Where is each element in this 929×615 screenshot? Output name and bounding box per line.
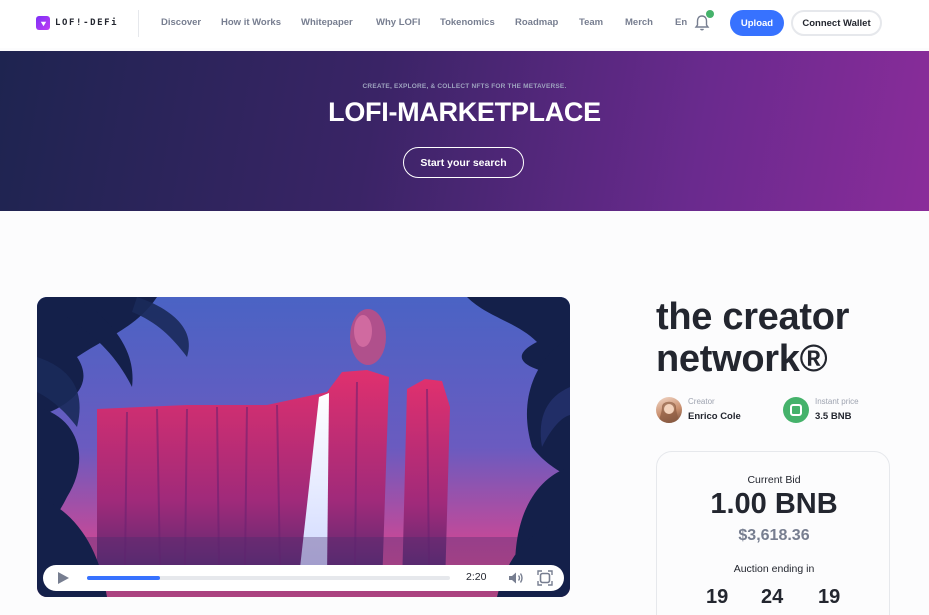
nav-discover[interactable]: Discover — [161, 17, 201, 28]
upload-button[interactable]: Upload — [730, 10, 784, 36]
countdown-seconds: 19 — [818, 586, 841, 608]
fullscreen-icon[interactable] — [537, 570, 553, 586]
nft-video-player[interactable]: 2:20 — [37, 297, 570, 597]
video-progress-fill — [87, 576, 160, 580]
logo-icon — [36, 16, 50, 30]
instant-price-value: 3.5 BNB — [815, 411, 852, 422]
current-bid-card: Current Bid 1.00 BNB $3,618.36 Auction e… — [656, 451, 890, 615]
hero-banner: CREATE, EXPLORE, & COLLECT NFTS FOR THE … — [0, 51, 929, 211]
nav-why-lofi[interactable]: Why LOFI — [376, 17, 420, 28]
logo[interactable]: LOF!-DEFi — [36, 16, 118, 30]
hero-subtitle: CREATE, EXPLORE, & COLLECT NFTS FOR THE … — [362, 83, 567, 90]
auction-ending-label: Auction ending in — [733, 563, 815, 575]
video-progress-bar[interactable] — [87, 576, 450, 580]
play-icon[interactable] — [58, 572, 69, 584]
item-title: the creator network® — [656, 296, 850, 380]
nav-whitepaper[interactable]: Whitepaper — [301, 17, 353, 28]
notification-dot — [706, 10, 714, 18]
instant-price-icon — [783, 397, 809, 423]
logo-text: LOF!-DEFi — [55, 18, 119, 28]
instant-price-label: Instant price — [815, 397, 859, 406]
volume-icon[interactable] — [508, 571, 524, 585]
current-bid-usd: $3,618.36 — [738, 527, 810, 544]
countdown-hours: 19 — [706, 586, 729, 608]
creator-label: Creator — [688, 397, 715, 406]
nav-how-it-works[interactable]: How it Works — [221, 17, 281, 28]
connect-wallet-button[interactable]: Connect Wallet — [791, 10, 882, 36]
nav-tokenomics[interactable]: Tokenomics — [440, 17, 495, 28]
hero-title: LOFI-MARKETPLACE — [328, 97, 601, 127]
header-divider — [138, 10, 139, 37]
video-controls: 2:20 — [43, 565, 564, 591]
nav-team[interactable]: Team — [579, 17, 603, 28]
nav-merch[interactable]: Merch — [625, 17, 653, 28]
top-nav-bar: LOF!-DEFi Discover How it Works Whitepap… — [0, 0, 929, 48]
creator-name[interactable]: Enrico Cole — [688, 411, 741, 422]
nav-roadmap[interactable]: Roadmap — [515, 17, 558, 28]
nft-artwork-image — [37, 297, 570, 597]
current-bid-amount: 1.00 BNB — [710, 488, 838, 520]
start-search-button[interactable]: Start your search — [403, 147, 524, 178]
countdown-minutes: 24 — [761, 586, 784, 608]
video-time: 2:20 — [466, 571, 487, 583]
creator-avatar[interactable] — [656, 397, 682, 423]
language-selector[interactable]: En — [675, 17, 687, 28]
current-bid-label: Current Bid — [747, 474, 801, 486]
